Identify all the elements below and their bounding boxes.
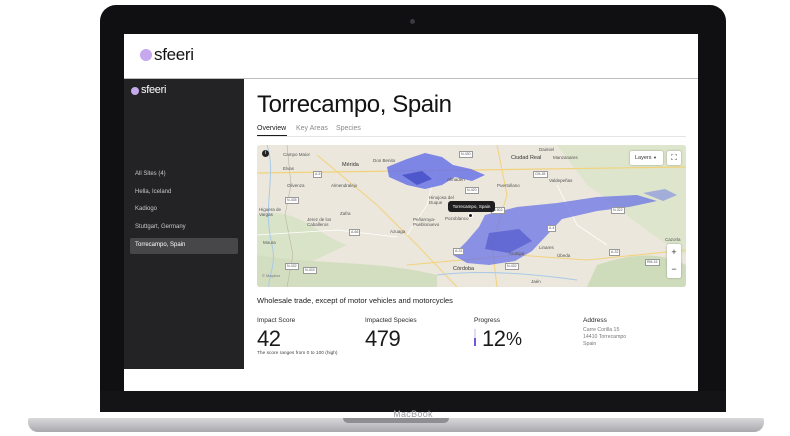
map-tooltip: Torrecampo, Spain: [448, 201, 495, 212]
info-icon[interactable]: i: [262, 150, 269, 157]
tab-overview[interactable]: Overview: [257, 125, 286, 132]
map-place-label: Andújar: [509, 251, 525, 256]
sidebar-heading[interactable]: All Sites (4): [135, 171, 166, 177]
sidebar-item-kadiogo[interactable]: Kadiogo: [135, 206, 157, 212]
road-label: N-435: [285, 197, 299, 204]
map-place-label: Azuaga: [390, 229, 406, 234]
progress-bar-fill: [474, 338, 476, 346]
layers-label: Layers: [635, 155, 652, 161]
sidebar-item-stuttgart[interactable]: Stuttgart, Germany: [135, 224, 186, 230]
map-place-label: Jerez de los Caballeros: [307, 217, 332, 227]
map-place-label: Ciudad Real: [511, 155, 542, 161]
address-line: Spain: [583, 341, 597, 347]
road-label: A-32: [609, 249, 621, 256]
map-place-label: Mérida: [342, 162, 359, 168]
map-pin-icon[interactable]: [468, 213, 473, 218]
map-place-label: Cazorla: [665, 237, 681, 242]
sidebar-logo-icon: [131, 87, 139, 95]
zoom-controls: + −: [667, 244, 681, 278]
map-place-label: Elvas: [283, 166, 295, 171]
map-place-label: Puertollano: [497, 183, 520, 188]
tabs-divider: [257, 136, 686, 137]
app-screen: sfeeri sfeeri All Sites (4) Hella, Icela…: [124, 34, 698, 391]
zoom-out-icon[interactable]: −: [667, 261, 681, 278]
road-label: N-432: [285, 263, 299, 270]
map-place-label: Almendralejo: [331, 183, 358, 188]
laptop-mockup: MacBook sfeeri sfeeri All Sites (4) Hell…: [0, 0, 790, 436]
layers-button[interactable]: Layers ▼: [630, 151, 663, 165]
map-place-label: Córdoba: [453, 266, 475, 272]
screen-bottom-area: [124, 369, 698, 391]
address-line: 14410 Torrecampo: [583, 334, 627, 340]
device-brand: MacBook: [393, 409, 433, 419]
road-label: N-322: [611, 207, 625, 214]
road-label: N-432: [505, 263, 519, 270]
map-place-label: Higuera de Vargas: [259, 207, 282, 217]
impact-score-note: The score ranges from 0 to 100 (high): [257, 351, 338, 356]
progress-bar: [474, 329, 476, 346]
map-place-label: Moura: [263, 240, 276, 245]
map-place-label: Don Benito: [373, 158, 396, 163]
map-place-label: Linares: [539, 245, 554, 250]
road-label: A-66: [349, 229, 361, 236]
road-label: A-5: [313, 171, 323, 178]
tab-species[interactable]: Species: [336, 125, 361, 132]
road-label: RM-15: [645, 259, 660, 266]
progress-value: 12: [482, 326, 506, 351]
road-label: CM-45: [533, 171, 548, 178]
map-place-label: Valdepeñas: [549, 178, 573, 183]
sector-label: Wholesale trade, except of motor vehicle…: [257, 296, 453, 305]
map-place-label: Olivenza: [287, 183, 305, 188]
zoom-in-icon[interactable]: +: [667, 244, 681, 261]
impact-score-label: Impact Score: [257, 317, 296, 324]
page-title: Torrecampo, Spain: [257, 91, 452, 118]
sidebar: sfeeri All Sites (4) Hella, Iceland Kadi…: [124, 79, 244, 369]
sidebar-item-torrecampo-label: Torrecampo, Spain: [135, 242, 186, 248]
road-label: N-433: [303, 267, 317, 274]
road-label: N-420: [465, 187, 479, 194]
impacted-species-label: Impacted Species: [365, 317, 417, 324]
site-map[interactable]: Campo Maior Elvas Mérida Don Benito Daim…: [257, 145, 686, 287]
map-place-label: Pozoblanco: [445, 216, 469, 221]
logo-icon: [140, 49, 152, 61]
map-place-label: Manzanares: [553, 155, 578, 160]
sidebar-logo[interactable]: sfeeri: [141, 84, 166, 96]
active-tab-indicator: [257, 135, 287, 136]
progress-label: Progress: [474, 317, 501, 324]
map-place-label: Daimiel: [539, 147, 555, 152]
map-place-label: Peñarroya-Pueblonuevo: [413, 217, 440, 227]
address-label: Address: [583, 317, 607, 324]
main-content: Torrecampo, Spain Overview Key Areas Spe…: [244, 79, 698, 369]
road-label: A-4: [547, 225, 557, 232]
address-line: Carre Corilla 15: [583, 327, 620, 333]
map-attribution[interactable]: © Mapbox: [262, 273, 280, 278]
map-place-label: Úbeda: [557, 253, 571, 258]
map-place-label: Jaén: [531, 279, 541, 284]
map-place-label: Almadén: [447, 177, 465, 182]
road-label: A-31: [453, 248, 465, 255]
app-header: sfeeri: [124, 34, 698, 78]
map-place-label: Zafra: [340, 211, 351, 216]
chevron-down-icon: ▼: [653, 155, 658, 160]
road-label: N-430: [459, 151, 473, 158]
sidebar-item-hella[interactable]: Hella, Iceland: [135, 189, 171, 195]
fullscreen-icon[interactable]: ⛶: [667, 151, 681, 165]
app-logo[interactable]: sfeeri: [154, 45, 194, 65]
impact-score-value: 42: [257, 326, 281, 351]
tab-key-areas[interactable]: Key Areas: [296, 125, 328, 132]
progress-unit: %: [506, 329, 523, 349]
camera-icon: [410, 19, 415, 24]
impacted-species-value: 479: [365, 326, 401, 351]
map-place-label: Campo Maior: [283, 152, 311, 157]
